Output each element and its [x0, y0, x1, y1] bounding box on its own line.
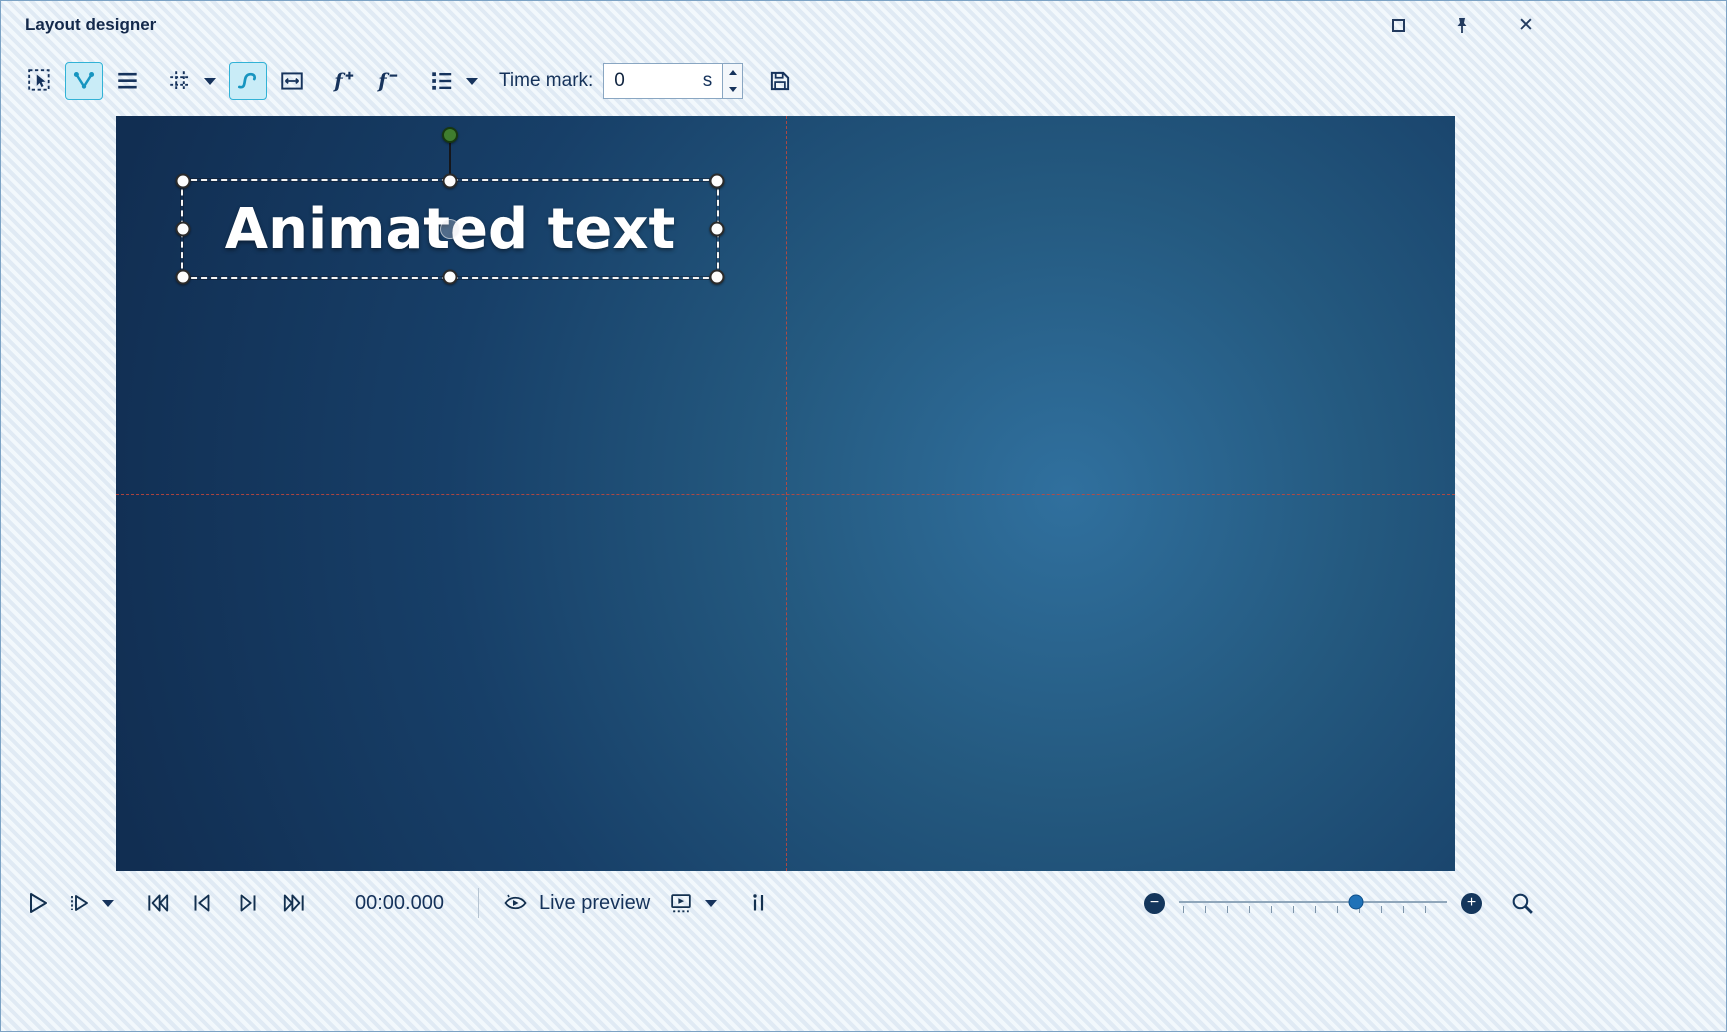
- save-layout-button[interactable]: [761, 62, 799, 100]
- chevron-down-icon: [466, 78, 478, 85]
- previous-frame-icon: [189, 890, 215, 916]
- play-button[interactable]: [23, 888, 53, 918]
- svg-text:f: f: [376, 70, 390, 93]
- plus-icon: +: [1467, 895, 1476, 911]
- skip-to-end-icon: [281, 890, 307, 916]
- play-icon: [25, 890, 51, 916]
- grid-icon: [167, 68, 193, 94]
- zoom-fit-button[interactable]: [1508, 889, 1536, 917]
- zoom-in-button[interactable]: +: [1461, 893, 1482, 914]
- play-options-dropdown-button[interactable]: [99, 884, 117, 922]
- resize-handle-top-center[interactable]: [443, 174, 458, 189]
- preview-monitor-button[interactable]: [666, 888, 696, 918]
- resize-handle-bottom-left[interactable]: [176, 270, 191, 285]
- chevron-up-icon: [729, 70, 737, 75]
- separator: [478, 888, 479, 918]
- object-list-button[interactable]: [423, 62, 461, 100]
- object-list-icon: [429, 68, 455, 94]
- time-mark-value: 0: [614, 70, 703, 92]
- design-canvas[interactable]: Animated text: [116, 116, 1455, 871]
- time-mark-unit: s: [703, 70, 713, 92]
- resize-handle-middle-right[interactable]: [710, 222, 725, 237]
- resize-handle-bottom-center[interactable]: [443, 270, 458, 285]
- live-preview-eye-icon: [502, 891, 529, 915]
- chevron-down-icon: [729, 87, 737, 92]
- show-motion-path-button[interactable]: [65, 62, 103, 100]
- alignment-lines-icon: [115, 68, 141, 94]
- playback-levels-button[interactable]: [744, 888, 774, 918]
- next-frame-button[interactable]: [233, 888, 263, 918]
- chevron-down-icon: [204, 78, 216, 85]
- skip-to-start-button[interactable]: [143, 888, 173, 918]
- zoom-controls: − +: [1144, 889, 1536, 917]
- object-list-dropdown-button[interactable]: [463, 62, 481, 100]
- close-icon: ✕: [1518, 14, 1534, 37]
- layout-designer-window: Layout designer ✕: [0, 0, 1727, 1032]
- preview-monitor-icon: [669, 891, 694, 916]
- zoom-slider-thumb[interactable]: [1348, 895, 1363, 910]
- add-keyframe-icon: f: [331, 68, 357, 94]
- previous-frame-button[interactable]: [187, 888, 217, 918]
- time-mark-input[interactable]: 0 s: [603, 63, 723, 99]
- smooth-curve-icon: [235, 68, 261, 94]
- resize-handle-middle-left[interactable]: [176, 222, 191, 237]
- resize-handle-bottom-right[interactable]: [710, 270, 725, 285]
- center-guide-horizontal: [116, 494, 1455, 495]
- play-from-marker-icon: [68, 891, 92, 915]
- preview-monitor-dropdown-button[interactable]: [702, 884, 720, 922]
- time-display: 00:00.000: [355, 892, 444, 915]
- window-controls: ✕: [1388, 15, 1536, 35]
- zoom-slider-ticks: [1183, 906, 1445, 913]
- grid-dropdown-button[interactable]: [201, 62, 219, 100]
- add-keyframe-button[interactable]: f: [325, 62, 363, 100]
- live-preview-label: Live preview: [539, 892, 650, 915]
- title-bar: Layout designer ✕: [1, 1, 1726, 49]
- transform-frame-button[interactable]: [273, 62, 311, 100]
- window-title: Layout designer: [25, 15, 156, 35]
- resize-handle-top-left[interactable]: [176, 174, 191, 189]
- maximize-icon: [1392, 19, 1405, 32]
- svg-text:f: f: [332, 70, 346, 93]
- toolbar: f f Time mark: 0: [1, 61, 1726, 101]
- pin-icon: [1453, 16, 1471, 34]
- live-preview-button[interactable]: [501, 888, 531, 918]
- time-mark-step-down-button[interactable]: [723, 81, 742, 98]
- transform-frame-icon: [279, 68, 305, 94]
- skip-to-start-icon: [145, 890, 171, 916]
- time-mark-label: Time mark:: [499, 70, 593, 92]
- rotation-handle[interactable]: [442, 127, 458, 143]
- grid-button[interactable]: [161, 62, 199, 100]
- transport-bar: 00:00.000 Live preview: [1, 871, 1726, 935]
- alignment-lines-button[interactable]: [109, 62, 147, 100]
- close-button[interactable]: ✕: [1516, 15, 1536, 35]
- levels-icon: [747, 891, 771, 915]
- chevron-down-icon: [705, 900, 717, 907]
- element-center-marker: [440, 219, 460, 239]
- resize-handle-top-right[interactable]: [710, 174, 725, 189]
- motion-path-icon: [71, 68, 97, 94]
- maximize-button[interactable]: [1388, 15, 1408, 35]
- play-from-marker-button[interactable]: [65, 888, 95, 918]
- time-mark-step-up-button[interactable]: [723, 64, 742, 81]
- remove-keyframe-icon: f: [375, 68, 401, 94]
- chevron-down-icon: [102, 900, 114, 907]
- skip-to-end-button[interactable]: [279, 888, 309, 918]
- remove-keyframe-button[interactable]: f: [369, 62, 407, 100]
- selected-text-element[interactable]: Animated text: [181, 179, 719, 279]
- save-icon: [767, 68, 793, 94]
- next-frame-icon: [235, 890, 261, 916]
- zoom-slider[interactable]: [1179, 889, 1447, 917]
- magnifier-icon: [1510, 891, 1535, 916]
- zoom-slider-track[interactable]: [1179, 901, 1447, 903]
- time-mark-spinner: [723, 63, 743, 99]
- select-tool-button[interactable]: [21, 62, 59, 100]
- minus-icon: −: [1150, 895, 1159, 911]
- zoom-out-button[interactable]: −: [1144, 893, 1165, 914]
- pin-button[interactable]: [1452, 15, 1472, 35]
- smooth-curve-button[interactable]: [229, 62, 267, 100]
- select-tool-icon: [27, 68, 53, 94]
